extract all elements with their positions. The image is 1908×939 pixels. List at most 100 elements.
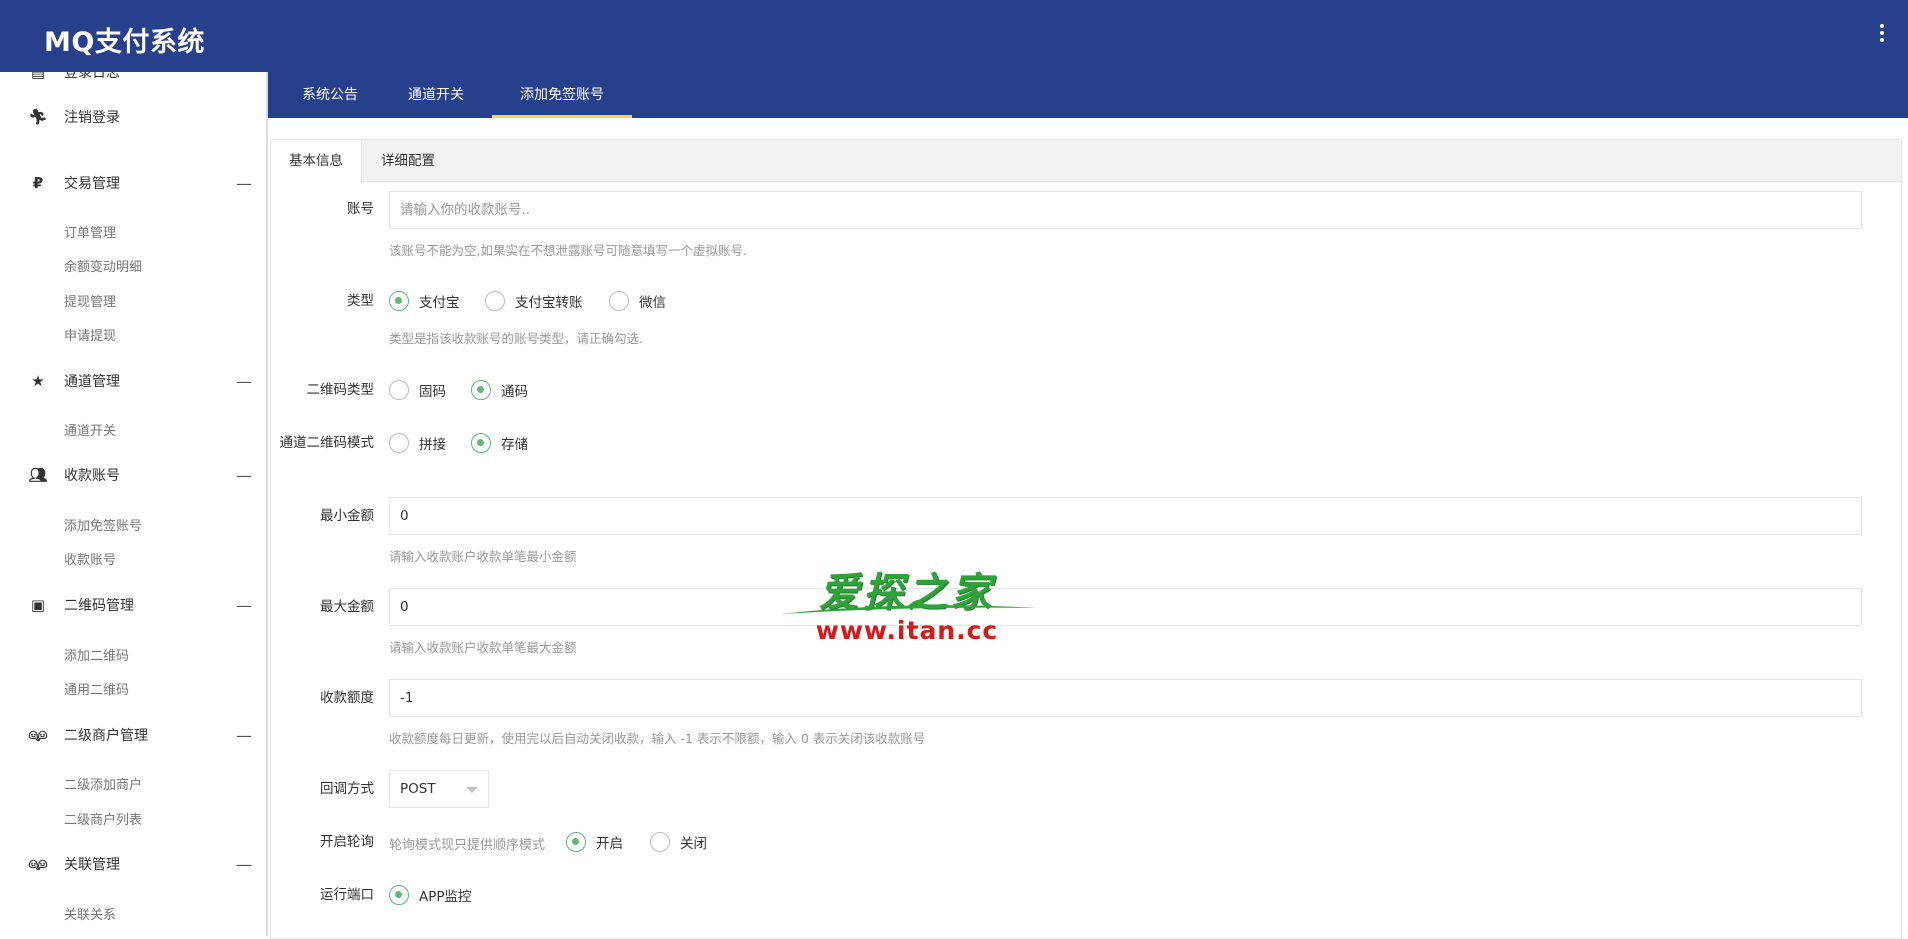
quota-input[interactable] [389, 679, 1862, 717]
radio-checked-icon [389, 885, 409, 905]
ruble-icon: ₽ [32, 174, 44, 192]
star-icon: ★ [31, 372, 45, 390]
watermark-url-text: www.itan.cc [815, 616, 999, 645]
list-icon: ▤ [30, 72, 46, 81]
collapse-icon[interactable]: — [236, 174, 252, 193]
sidebar-item-sub-merchant-list[interactable]: 二级商户列表 [64, 809, 142, 828]
run-port-label: 运行端口 [320, 887, 374, 903]
sidebar-item-label: 注销登录 [64, 110, 120, 126]
radio-general-code[interactable]: 通码 [471, 379, 528, 401]
running-person-icon: 🏃︎ [28, 108, 48, 126]
max-amount-input[interactable] [389, 588, 1862, 626]
radio-polling-off[interactable]: 关闭 [650, 831, 707, 853]
radio-wechat[interactable]: 微信 [609, 290, 666, 312]
callback-label: 回调方式 [320, 781, 374, 797]
couple-icon: 👫︎ [28, 855, 48, 873]
radio-app-monitor[interactable]: APP监控 [389, 884, 472, 906]
radio-checked-icon [471, 380, 491, 400]
sidebar-group-label: 关联管理 [64, 857, 120, 873]
sidebar-item-add-free-account[interactable]: 添加免签账号 [64, 515, 142, 534]
qr-type-label: 二维码类型 [306, 382, 375, 398]
sidebar-group-relation[interactable]: 👫︎ 关联管理 — [0, 849, 266, 879]
form-panel: 基本信息 详细配置 [270, 139, 1902, 939]
tab-add-free-account[interactable]: 添加免签账号 [492, 72, 632, 118]
radio-polling-on[interactable]: 开启 [566, 831, 623, 853]
quota-hint: 收款额度每日更新，使用完以后自动关闭收款，输入 -1 表示不限额，输入 0 表示… [389, 731, 926, 746]
sidebar-item-add-qrcode[interactable]: 添加二维码 [64, 645, 129, 664]
panel-tabs: 基本信息 详细配置 [271, 140, 1901, 183]
polling-note: 轮询模式现只提供顺序模式 [389, 838, 546, 853]
callback-select[interactable]: POST [389, 770, 489, 808]
collapse-icon[interactable]: — [236, 466, 252, 485]
account-label: 账号 [347, 201, 374, 217]
radio-checked-icon [389, 291, 409, 311]
sidebar-item-withdraw-mgmt[interactable]: 提现管理 [64, 291, 116, 310]
radio-unchecked-icon [650, 832, 670, 852]
sidebar-group-label: 二级商户管理 [64, 728, 148, 744]
callback-select-value: POST [400, 781, 436, 797]
radio-label: 存储 [501, 437, 528, 453]
sidebar-item-logout[interactable]: 🏃︎ 注销登录 [0, 102, 266, 132]
max-amount-label: 最大金额 [320, 599, 374, 615]
radio-label: 微信 [639, 295, 666, 311]
sidebar-group-accounts[interactable]: 👥︎ 收款账号 — [0, 460, 266, 490]
radio-alipay[interactable]: 支付宝 [389, 290, 460, 312]
tab-basic-info[interactable]: 基本信息 [271, 140, 362, 183]
tab-detail-config[interactable]: 详细配置 [363, 140, 453, 182]
sidebar-item-label: 登录日志 [64, 72, 120, 81]
radio-checked-icon [471, 433, 491, 453]
collapse-icon[interactable]: — [236, 855, 252, 874]
radio-label: 固码 [419, 384, 446, 400]
more-vert-icon[interactable] [1878, 24, 1886, 48]
radio-checked-icon [566, 832, 586, 852]
radio-label: 支付宝转账 [515, 295, 583, 311]
radio-label: APP监控 [419, 889, 472, 905]
sidebar-group-label: 交易管理 [64, 176, 120, 192]
sidebar-group-label: 通道管理 [64, 374, 120, 390]
min-amount-hint: 请输入收款账户收款单笔最小金额 [389, 549, 577, 564]
page-tabs-bar: 系统公告 通道开关 添加免签账号 [268, 72, 1908, 118]
collapse-icon[interactable]: — [236, 596, 252, 615]
sidebar-item-orders[interactable]: 订单管理 [64, 222, 116, 241]
collapse-icon[interactable]: — [236, 726, 252, 745]
radio-unchecked-icon [389, 433, 409, 453]
radio-unchecked-icon [609, 291, 629, 311]
sidebar-item-add-sub-merchant[interactable]: 二级添加商户 [64, 774, 142, 793]
sidebar-item-accounts[interactable]: 收款账号 [64, 549, 116, 568]
sidebar-group-qrcode[interactable]: ▣ 二维码管理 — [0, 590, 266, 620]
min-amount-label: 最小金额 [320, 508, 374, 524]
radio-label: 拼接 [419, 437, 446, 453]
watermark-logo: 爱探之家 www.itan.cc [772, 560, 1042, 650]
sidebar-group-trade[interactable]: ₽ 交易管理 — [0, 168, 266, 198]
sidebar-group-channel[interactable]: ★ 通道管理 — [0, 366, 266, 396]
sidebar-item-balance-detail[interactable]: 余额变动明细 [64, 256, 142, 275]
min-amount-input[interactable] [389, 497, 1862, 535]
caret-down-icon [466, 787, 478, 793]
radio-label: 关闭 [680, 836, 707, 852]
sidebar-group-sub-merchant[interactable]: 👫︎ 二级商户管理 — [0, 720, 266, 750]
sidebar-group-label: 收款账号 [64, 468, 120, 484]
radio-alipay-transfer[interactable]: 支付宝转账 [485, 290, 583, 312]
quota-label: 收款额度 [320, 690, 374, 706]
max-amount-hint: 请输入收款账户收款单笔最大金额 [389, 640, 577, 655]
people-icon: 👥︎ [28, 466, 48, 484]
tab-channel-switch[interactable]: 通道开关 [392, 72, 480, 118]
account-input[interactable] [389, 191, 1862, 229]
sidebar-item-login-log[interactable]: ▤ 登录日志 [0, 72, 266, 87]
sidebar-item-common-qrcode[interactable]: 通用二维码 [64, 679, 129, 698]
radio-store[interactable]: 存储 [471, 432, 528, 454]
sidebar-item-relation[interactable]: 关联关系 [64, 904, 116, 923]
sidebar-item-channel-switch[interactable]: 通道开关 [64, 420, 116, 439]
radio-label: 开启 [596, 836, 623, 852]
sidebar-group-label: 二维码管理 [64, 598, 134, 614]
radio-fixed-code[interactable]: 固码 [389, 379, 446, 401]
couple-icon: 👫︎ [28, 726, 48, 744]
radio-splice[interactable]: 拼接 [389, 432, 446, 454]
polling-label: 开启轮询 [320, 834, 374, 850]
app-title: MQ支付系统 [44, 27, 205, 58]
type-label: 类型 [347, 293, 374, 309]
radio-unchecked-icon [389, 380, 409, 400]
tab-announcement[interactable]: 系统公告 [282, 72, 378, 118]
sidebar-item-apply-withdraw[interactable]: 申请提现 [64, 325, 116, 344]
collapse-icon[interactable]: — [236, 372, 252, 391]
